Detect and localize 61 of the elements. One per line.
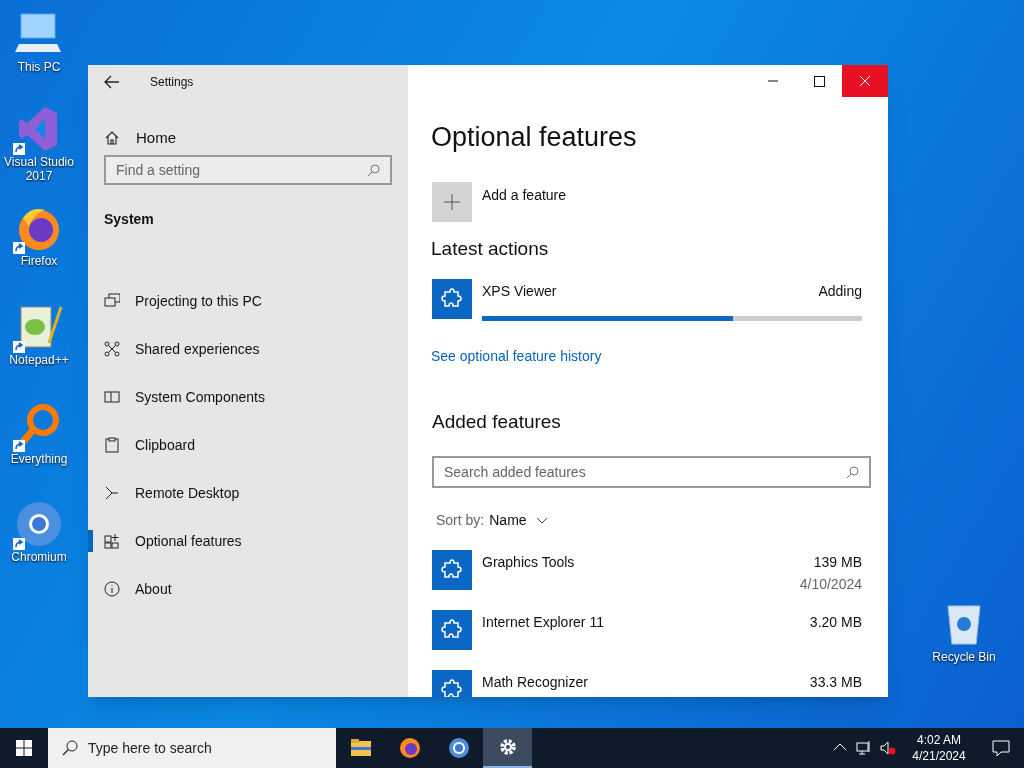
search-field[interactable]: Search added features xyxy=(432,456,871,488)
panel-icon xyxy=(104,389,120,405)
nav-item[interactable]: About xyxy=(88,565,408,613)
feature-name: XPS Viewer xyxy=(482,281,557,301)
nav-item[interactable]: Optional features xyxy=(88,517,408,565)
section-heading: System xyxy=(103,210,155,229)
nav-item[interactable]: Remote Desktop xyxy=(88,469,408,517)
chevron-down-icon xyxy=(535,516,548,525)
folder-icon xyxy=(349,737,372,759)
nav-item[interactable]: Shared experiences xyxy=(88,325,408,373)
desktop-icon-label[interactable]: Visual Studio 2017 xyxy=(0,155,78,183)
history-link[interactable]: See optional feature history xyxy=(431,345,602,367)
ring-logo-icon[interactable] xyxy=(15,500,63,548)
ring-logo-icon xyxy=(447,737,470,759)
home-nav-item[interactable]: Home xyxy=(88,123,408,153)
window-title: Settings xyxy=(150,74,194,91)
desktop-icon-label[interactable]: Chromium xyxy=(11,550,67,564)
add-feature-button[interactable]: Add a feature xyxy=(431,182,862,222)
plus-icon xyxy=(444,194,460,210)
desktop-icon-label[interactable]: Everything xyxy=(10,452,68,466)
clock[interactable]: 4:02 AM 4/21/2024 xyxy=(900,732,978,764)
notification-icon[interactable] xyxy=(992,739,1010,757)
section-heading: Latest actions xyxy=(431,237,550,261)
desktop-icon-label[interactable]: Recycle Bin xyxy=(932,650,996,664)
feature-row[interactable]: Graphics Tools 139 MB 4/10/2024 xyxy=(431,550,862,610)
sort-dropdown[interactable]: Sort by: Name xyxy=(436,510,548,531)
network-icon[interactable] xyxy=(856,740,872,756)
close-icon xyxy=(859,75,871,87)
clipboard-icon xyxy=(104,437,120,453)
puzzle-icon xyxy=(441,287,463,310)
maximize-icon xyxy=(813,75,825,87)
squares-plus-icon xyxy=(104,533,120,549)
monitors-icon xyxy=(104,293,120,309)
taskbar-app-button[interactable] xyxy=(483,728,532,768)
home-icon xyxy=(105,131,119,145)
search-icon xyxy=(846,465,859,479)
status-text: Adding xyxy=(818,281,862,301)
page-title: Optional features xyxy=(431,121,638,153)
desktop-icon-label[interactable]: Firefox xyxy=(20,254,58,268)
fox-globe-icon xyxy=(398,737,421,759)
info-icon xyxy=(104,581,120,597)
nav-item[interactable]: Projecting to this PC xyxy=(88,277,408,325)
back-arrow-icon[interactable] xyxy=(104,75,120,89)
nav-item[interactable]: Clipboard xyxy=(88,421,408,469)
search-field[interactable]: Find a setting xyxy=(104,155,392,185)
feature-row[interactable]: Internet Explorer 11 3.20 MB xyxy=(431,610,862,670)
speaker-muted-icon[interactable] xyxy=(880,740,896,756)
puzzle-icon xyxy=(441,619,463,641)
puzzle-icon xyxy=(441,559,463,581)
search-icon xyxy=(367,163,380,177)
taskbar-search-field[interactable]: Type here to search xyxy=(48,728,336,768)
desktop-icon-label[interactable]: Notepad++ xyxy=(9,353,69,367)
nav-item[interactable]: System Components xyxy=(88,373,408,421)
feature-row[interactable]: Math Recognizer 33.3 MB xyxy=(431,670,862,697)
section-heading: Added features xyxy=(432,409,562,434)
windows-logo-icon xyxy=(16,740,32,756)
puzzle-icon xyxy=(441,679,463,697)
nodes-icon xyxy=(104,341,120,357)
search-icon xyxy=(62,740,78,756)
chevron-line-icon xyxy=(104,485,120,501)
desktop-icon-label[interactable]: This PC xyxy=(17,60,61,74)
